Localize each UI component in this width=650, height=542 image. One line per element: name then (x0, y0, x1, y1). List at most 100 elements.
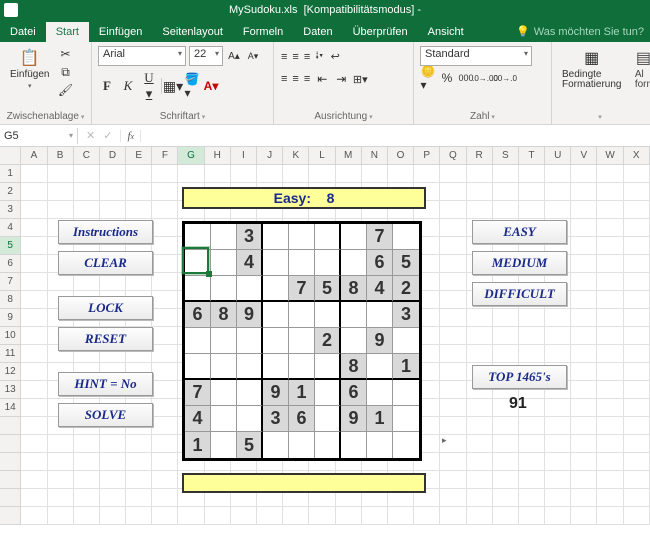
grid-cell[interactable] (597, 183, 623, 201)
grid-cell[interactable] (493, 345, 519, 363)
sudoku-cell[interactable] (211, 250, 237, 276)
sudoku-cell[interactable] (237, 380, 263, 406)
btn-top-1465-s[interactable]: TOP 1465's (472, 365, 567, 389)
row-header[interactable]: 7 (0, 273, 21, 291)
decrease-indent-icon[interactable]: ⇤ (314, 71, 330, 87)
sudoku-cell[interactable] (237, 406, 263, 432)
col-header[interactable]: C (74, 147, 100, 164)
sudoku-cell[interactable]: 9 (367, 328, 393, 354)
col-header[interactable]: S (493, 147, 519, 164)
sudoku-cell[interactable] (185, 328, 211, 354)
grid-cell[interactable] (571, 489, 597, 507)
btn-reset[interactable]: RESET (58, 327, 153, 351)
sudoku-cell[interactable] (263, 354, 289, 380)
grid-cell[interactable] (545, 345, 571, 363)
grid-cell[interactable] (597, 381, 623, 399)
grid-cell[interactable] (205, 507, 231, 525)
sudoku-cell[interactable] (263, 432, 289, 458)
sudoku-cell[interactable] (289, 250, 315, 276)
sudoku-cell[interactable] (211, 406, 237, 432)
cell-styles-button[interactable]: ▤ Alforn (629, 46, 650, 92)
row-header[interactable] (0, 471, 21, 489)
grid-cell[interactable] (467, 399, 493, 417)
grid-cell[interactable] (21, 507, 47, 525)
grid-cell[interactable] (624, 417, 650, 435)
grid-cell[interactable] (126, 507, 152, 525)
grid-cell[interactable] (519, 489, 545, 507)
grid-cell[interactable] (74, 489, 100, 507)
grid-cell[interactable] (152, 489, 178, 507)
grid-cell[interactable] (519, 183, 545, 201)
name-box[interactable]: G5 (0, 128, 78, 144)
sudoku-cell[interactable] (393, 406, 419, 432)
sudoku-cell[interactable]: 3 (237, 224, 263, 250)
grid-cell[interactable] (74, 453, 100, 471)
grid-cell[interactable] (571, 327, 597, 345)
grid-cell[interactable] (467, 471, 493, 489)
font-color-icon[interactable]: A▾ (203, 78, 219, 94)
tab-datei[interactable]: Datei (0, 22, 46, 42)
sudoku-cell[interactable]: 3 (263, 406, 289, 432)
orientation-icon[interactable]: ⭭▾ (314, 46, 324, 67)
grid-cell[interactable] (440, 309, 466, 327)
grid-cell[interactable] (597, 273, 623, 291)
col-header[interactable]: A (21, 147, 47, 164)
grid-cell[interactable] (126, 435, 152, 453)
grid-cell[interactable] (597, 237, 623, 255)
grid-cell[interactable] (21, 471, 47, 489)
grid-cell[interactable] (48, 165, 74, 183)
align-center-icon[interactable]: ≡ (291, 72, 299, 86)
grid-cell[interactable] (545, 507, 571, 525)
grid-cell[interactable] (100, 273, 126, 291)
grid-cell[interactable] (74, 471, 100, 489)
grid-cell[interactable] (152, 327, 178, 345)
sudoku-grid[interactable]: 37465758426893298179164369115 (182, 221, 422, 461)
grid-cell[interactable] (336, 507, 362, 525)
grid-cell[interactable] (205, 165, 231, 183)
grid-cell[interactable] (545, 471, 571, 489)
grid-cell[interactable] (467, 201, 493, 219)
col-header[interactable]: U (545, 147, 571, 164)
grid-cell[interactable] (152, 417, 178, 435)
grid-cell[interactable] (48, 453, 74, 471)
grid-cell[interactable] (624, 471, 650, 489)
grid-cell[interactable] (48, 201, 74, 219)
col-header[interactable]: F (152, 147, 178, 164)
paste-button[interactable]: 📋 Einfügen ▾ (6, 46, 53, 92)
font-name-combo[interactable]: Arial (98, 46, 186, 66)
sudoku-cell[interactable] (367, 354, 393, 380)
grid-cell[interactable] (571, 399, 597, 417)
sudoku-cell[interactable] (289, 302, 315, 328)
font-size-combo[interactable]: 22 (189, 46, 223, 66)
sudoku-cell[interactable]: 8 (211, 302, 237, 328)
row-header[interactable] (0, 507, 21, 525)
sudoku-cell[interactable] (263, 224, 289, 250)
italic-button[interactable]: K (119, 78, 137, 94)
grid-cell[interactable] (493, 453, 519, 471)
btn-medium[interactable]: MEDIUM (472, 251, 567, 275)
grid-cell[interactable] (597, 363, 623, 381)
btn-instructions[interactable]: Instructions (58, 220, 153, 244)
fx-icon[interactable]: fx (120, 130, 141, 142)
grid-cell[interactable] (624, 291, 650, 309)
grid-cell[interactable] (152, 255, 178, 273)
grid-cell[interactable] (362, 165, 388, 183)
sudoku-cell[interactable]: 6 (367, 250, 393, 276)
grid-cell[interactable] (48, 507, 74, 525)
grid-cell[interactable] (126, 165, 152, 183)
grid-cell[interactable] (545, 489, 571, 507)
align-left-icon[interactable]: ≡ (280, 72, 288, 86)
grid-cell[interactable] (493, 183, 519, 201)
grid-cell[interactable] (624, 219, 650, 237)
grid-cell[interactable] (21, 183, 47, 201)
sudoku-cell[interactable] (367, 302, 393, 328)
grid-cell[interactable] (178, 165, 204, 183)
sudoku-cell[interactable] (185, 276, 211, 302)
grid-cell[interactable] (21, 399, 47, 417)
grid-cell[interactable] (74, 183, 100, 201)
sudoku-cell[interactable] (393, 380, 419, 406)
worksheet[interactable]: ABCDEFGHIJKLMNOPQRSTUVWX 123456789101112… (0, 147, 650, 541)
sudoku-cell[interactable] (263, 302, 289, 328)
grid-cell[interactable] (467, 165, 493, 183)
sudoku-cell[interactable] (263, 250, 289, 276)
